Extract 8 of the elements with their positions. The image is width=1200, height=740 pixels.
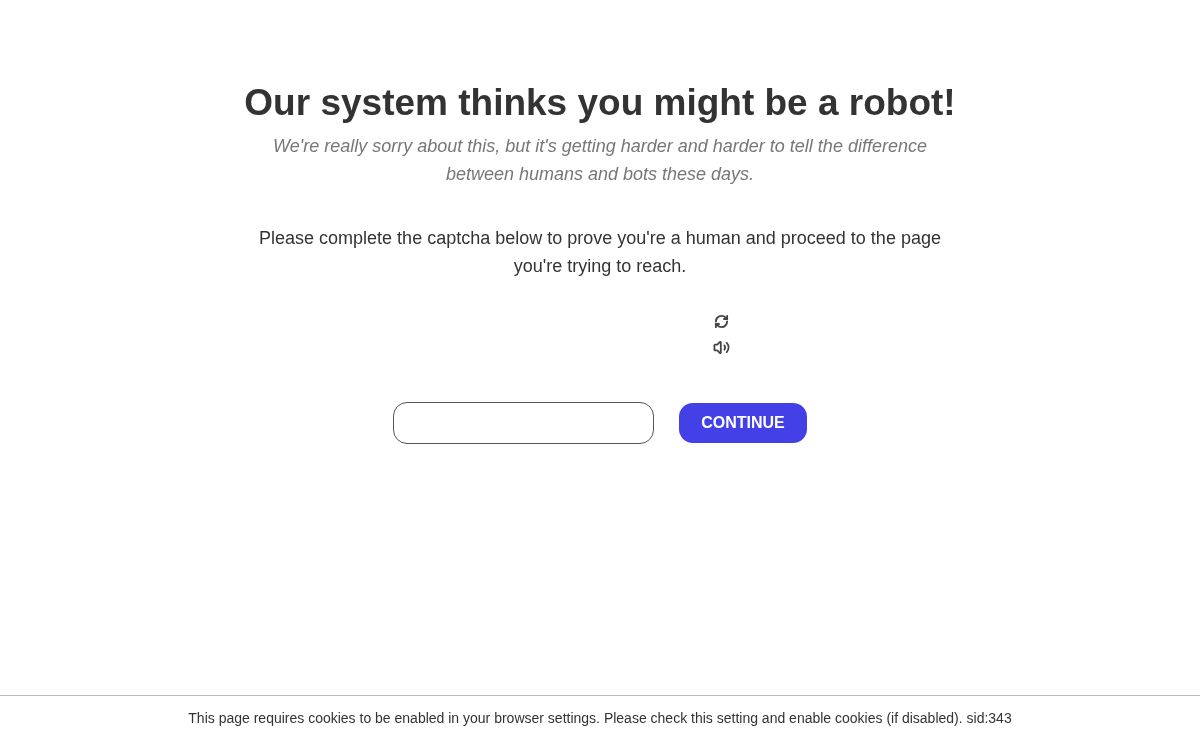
cookie-notice: This page requires cookies to be enabled in your browser settings. Please check this setting and enable cookies (if disabled). sid:343 <box>188 709 1012 728</box>
continue-button[interactable]: CONTINUE <box>679 403 807 443</box>
refresh-icon[interactable] <box>713 314 729 329</box>
instructions-text: Please complete the captcha below to prove you're a human and proceed to the page you're trying to reach. <box>258 227 942 278</box>
apology-text: We're really sorry about this, but it's getting harder and harder to tell the difference between humans and bots these days. <box>272 135 928 186</box>
captcha-input-field[interactable] <box>393 402 654 444</box>
audio-icon[interactable] <box>712 339 730 356</box>
page-heading: Our system thinks you might be a robot! <box>244 81 956 125</box>
